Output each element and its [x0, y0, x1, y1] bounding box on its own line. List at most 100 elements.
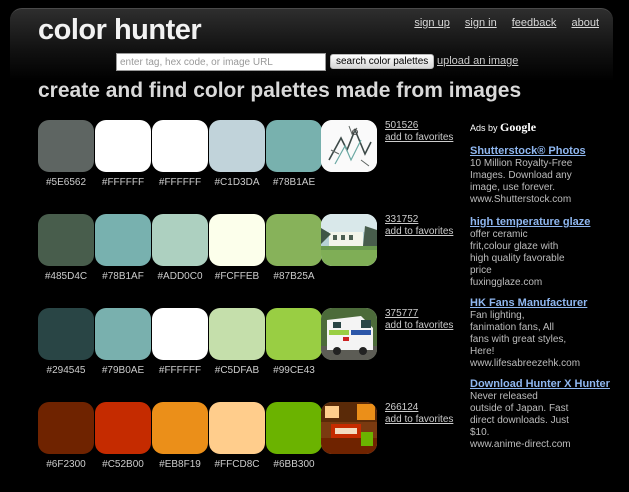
swatch-color[interactable]	[209, 120, 265, 172]
swatch-hex[interactable]: #ADD0C0	[152, 271, 208, 282]
swatch-hex[interactable]: #5E6562	[38, 177, 94, 188]
swatch-hex[interactable]: #6BB300	[266, 459, 322, 470]
logo[interactable]: color hunter	[38, 14, 202, 47]
palette-row: #294545 #79B0AE #FFFFFF #C5DFAB #99CE43 …	[38, 308, 458, 398]
google-logo: Google	[500, 120, 537, 134]
ad-text: offer ceramic	[470, 229, 528, 240]
swatch-color[interactable]	[152, 308, 208, 360]
swatch-color[interactable]	[38, 120, 94, 172]
top-links: sign up sign in feedback about	[402, 17, 599, 29]
ads-label-prefix: Ads by	[470, 123, 498, 133]
search-button[interactable]: search color palettes	[330, 54, 435, 69]
ad-url[interactable]: www.anime-direct.com	[470, 439, 620, 451]
swatch-color[interactable]	[95, 308, 151, 360]
swatch-color[interactable]	[152, 120, 208, 172]
ad-text: Fan lighting,	[470, 310, 525, 321]
swatch-hex[interactable]: #EB8F19	[152, 459, 208, 470]
palette-id-link[interactable]: 375777	[385, 308, 453, 320]
ad-text: $10.	[470, 427, 490, 438]
ad-text: Here!	[470, 346, 495, 357]
palette-row: #6F2300 #C52B00 #EB8F19 #FFCD8C #6BB300 …	[38, 402, 458, 492]
swatch-hex[interactable]: #294545	[38, 365, 94, 376]
swatch-color[interactable]	[95, 402, 151, 454]
swatch-color[interactable]	[209, 402, 265, 454]
ad-title-link[interactable]: Shutterstock® Photos	[470, 145, 620, 157]
swatch-hex[interactable]: #6F2300	[38, 459, 94, 470]
ad-text: 10 Million Royalty-Free	[470, 158, 573, 169]
swatch-hex[interactable]: #99CE43	[266, 365, 322, 376]
swatch-color[interactable]	[95, 214, 151, 266]
swatch-color[interactable]	[266, 402, 322, 454]
ads-by-google-label[interactable]: Ads by Google	[470, 120, 620, 135]
swatch-color[interactable]	[95, 120, 151, 172]
ad-item: Download Hunter X Hunter Never released …	[470, 378, 620, 451]
palette-meta: 375777 add to favorites	[385, 308, 453, 332]
palette-id-link[interactable]: 501526	[385, 120, 453, 132]
ad-title-link[interactable]: Download Hunter X Hunter	[470, 378, 620, 390]
upload-image-link[interactable]: upload an image	[437, 55, 518, 67]
swatch-hex[interactable]: #C5DFAB	[209, 365, 265, 376]
swatch-hex[interactable]: #FFFFFF	[152, 365, 208, 376]
swatch-color[interactable]	[209, 308, 265, 360]
palette-meta: 501526 add to favorites	[385, 120, 453, 144]
add-to-favorites-link[interactable]: add to favorites	[385, 414, 453, 426]
swatch-color[interactable]	[209, 214, 265, 266]
page-tagline: create and find color palettes made from…	[38, 79, 522, 102]
swatch-color[interactable]	[38, 214, 94, 266]
ad-text: outside of Japan. Fast	[470, 403, 569, 414]
search-input[interactable]	[116, 53, 326, 71]
palette-id-link[interactable]: 331752	[385, 214, 453, 226]
swatch-color[interactable]	[266, 308, 322, 360]
ad-url[interactable]: www.Shutterstock.com	[470, 194, 620, 206]
ad-title-link[interactable]: high temperature glaze	[470, 216, 620, 228]
swatch-color[interactable]	[266, 120, 322, 172]
swatch-hex[interactable]: #78B1AE	[266, 177, 322, 188]
ad-item: Shutterstock® Photos 10 Million Royalty-…	[470, 145, 620, 206]
ad-item: high temperature glaze offer ceramic fri…	[470, 216, 620, 289]
ad-item: HK Fans Manufacturer Fan lighting, fanim…	[470, 297, 620, 370]
ad-url[interactable]: fuxingglaze.com	[470, 277, 620, 289]
palette-meta: 331752 add to favorites	[385, 214, 453, 238]
swatch-hex[interactable]: #C1D3DA	[209, 177, 265, 188]
sign-in-link[interactable]: sign in	[465, 17, 497, 29]
ad-text: price	[470, 265, 492, 276]
feedback-link[interactable]: feedback	[512, 17, 557, 29]
sign-up-link[interactable]: sign up	[414, 17, 449, 29]
swatch-color[interactable]	[152, 214, 208, 266]
ad-text: Never released	[470, 391, 538, 402]
swatch-hex[interactable]: #485D4C	[38, 271, 94, 282]
palette-source-image[interactable]	[321, 120, 377, 172]
swatch-hex[interactable]: #FFFFFF	[95, 177, 151, 188]
ads-sidebar: Ads by Google Shutterstock® Photos 10 Mi…	[470, 120, 620, 451]
palette-source-image[interactable]	[321, 308, 377, 360]
palette-row: #485D4C #78B1AF #ADD0C0 #FCFFEB #87B25A …	[38, 214, 458, 304]
swatch-color[interactable]	[152, 402, 208, 454]
ad-text: frit,colour glaze with	[470, 241, 559, 252]
swatch-hex[interactable]: #FFCD8C	[209, 459, 265, 470]
swatch-hex[interactable]: #FCFFEB	[209, 271, 265, 282]
swatch-color[interactable]	[38, 402, 94, 454]
swatch-hex[interactable]: #87B25A	[266, 271, 322, 282]
swatch-hex[interactable]: #78B1AF	[95, 271, 151, 282]
swatch-color[interactable]	[266, 214, 322, 266]
palette-source-image[interactable]	[321, 214, 377, 266]
palette-source-image[interactable]	[321, 402, 377, 454]
ad-text: Images. Download any	[470, 170, 572, 181]
swatch-hex[interactable]: #79B0AE	[95, 365, 151, 376]
swatch-color[interactable]	[38, 308, 94, 360]
palette-meta: 266124 add to favorites	[385, 402, 453, 426]
ad-title-link[interactable]: HK Fans Manufacturer	[470, 297, 620, 309]
add-to-favorites-link[interactable]: add to favorites	[385, 320, 453, 332]
ad-text: image, use forever.	[470, 182, 556, 193]
ad-text: high quality favorable	[470, 253, 565, 264]
swatch-hex[interactable]: #C52B00	[95, 459, 151, 470]
ad-text: fanimation fans, All	[470, 322, 554, 333]
palette-id-link[interactable]: 266124	[385, 402, 453, 414]
palette-row: #5E6562 #FFFFFF #FFFFFF #C1D3DA #78B1AE …	[38, 120, 458, 210]
swatch-hex[interactable]: #FFFFFF	[152, 177, 208, 188]
about-link[interactable]: about	[571, 17, 599, 29]
ad-text: direct downloads. Just	[470, 415, 569, 426]
add-to-favorites-link[interactable]: add to favorites	[385, 132, 453, 144]
add-to-favorites-link[interactable]: add to favorites	[385, 226, 453, 238]
ad-url[interactable]: www.lifesabreezehk.com	[470, 358, 620, 370]
